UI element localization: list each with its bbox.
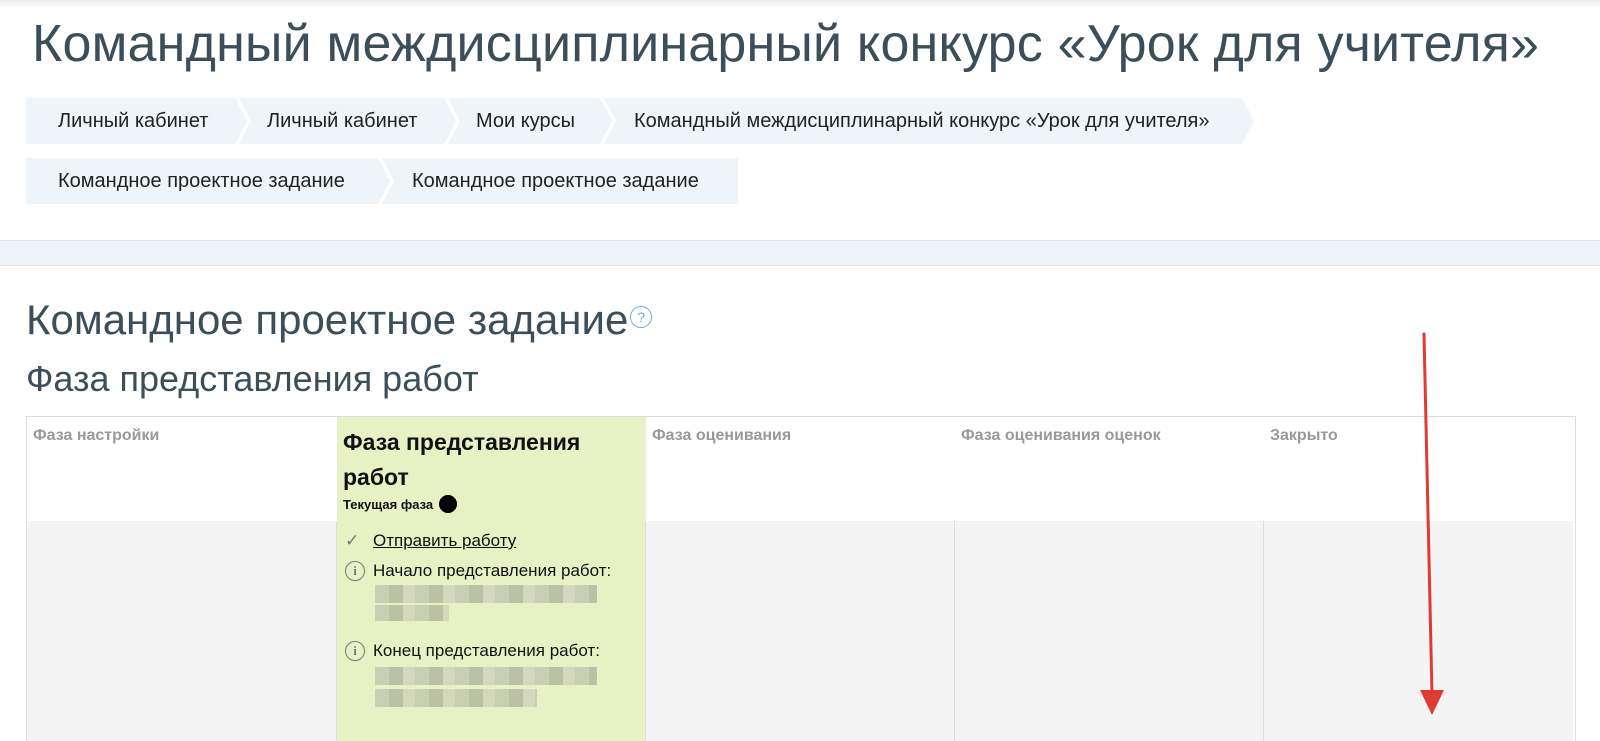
phase-tasks-submission: ✓ Отправить работу i Начало представлени… [337,521,646,741]
submission-end-label: Конец представления работ: [373,641,600,660]
submit-work-link[interactable]: Отправить работу [373,531,516,551]
task-submit: ✓ Отправить работу [345,531,516,551]
phase-title-grading-evaluation[interactable]: Фаза оценивания оценок [961,427,1161,445]
phase-column-submission: Фаза представления работ Текущая фаза ✓ … [337,417,646,741]
phase-title-closed[interactable]: Закрыто [1270,427,1338,445]
current-phase-dot-icon [439,495,458,513]
page-title: Командный междисциплинарный конкурс «Уро… [32,15,1540,73]
task-submission-start: i Начало представления работ: [345,561,611,581]
phases-table: Фаза настройки Фаза представления работ … [26,416,1576,741]
phase-column-closed: Закрыто [1264,417,1573,741]
phase-title-submission: Фаза представления работ [343,429,581,490]
submission-start-label: Начало представления работ: [373,561,612,580]
task-submission-end: i Конец представления работ: [345,641,600,661]
redacted-date-2 [375,605,449,621]
activity-title: Командное проектное задание? [26,296,653,344]
info-icon: i [345,641,365,661]
phase-column-assessment: Фаза оценивания [646,417,955,741]
top-shadow [0,0,1600,8]
phase-heading: Фаза представления работ [26,358,479,399]
phase-title-assessment[interactable]: Фаза оценивания [652,427,791,445]
phase-tasks-grading-evaluation [955,521,1264,741]
phase-column-setup: Фаза настройки [27,417,337,741]
breadcrumb-item-dashboard-2[interactable]: Личный кабинет [239,98,460,144]
breadcrumb-item-section[interactable]: Командное проектное задание [26,158,394,204]
phase-tasks-assessment [646,521,955,741]
current-phase-indicator: Текущая фаза [343,495,458,513]
breadcrumb-item-dashboard[interactable]: Личный кабинет [26,98,251,144]
redacted-date [375,585,597,603]
phase-tasks-closed [1264,521,1573,741]
breadcrumb: Личный кабинет Личный кабинет Мои курсы … [26,98,1258,144]
redacted-date-2 [375,689,537,707]
current-phase-label: Текущая фаза [343,496,434,512]
annotation-arrow-icon [1420,332,1444,715]
phase-title-setup[interactable]: Фаза настройки [33,427,159,445]
breadcrumb-item-course[interactable]: Командный междисциплинарный конкурс «Уро… [604,98,1258,144]
phase-column-grading-evaluation: Фаза оценивания оценок [955,417,1264,741]
info-icon: i [345,561,365,581]
redacted-date [375,667,597,685]
todo-check-icon: ✓ [345,531,360,550]
header-separator-band [0,240,1600,266]
phase-tasks-setup [27,521,337,741]
breadcrumb-row-2: Командное проектное задание Командное пр… [26,158,742,204]
help-icon[interactable]: ? [630,306,653,328]
breadcrumb-item-my-courses[interactable]: Мои курсы [448,98,616,144]
breadcrumb-item-activity[interactable]: Командное проектное задание [382,158,738,204]
